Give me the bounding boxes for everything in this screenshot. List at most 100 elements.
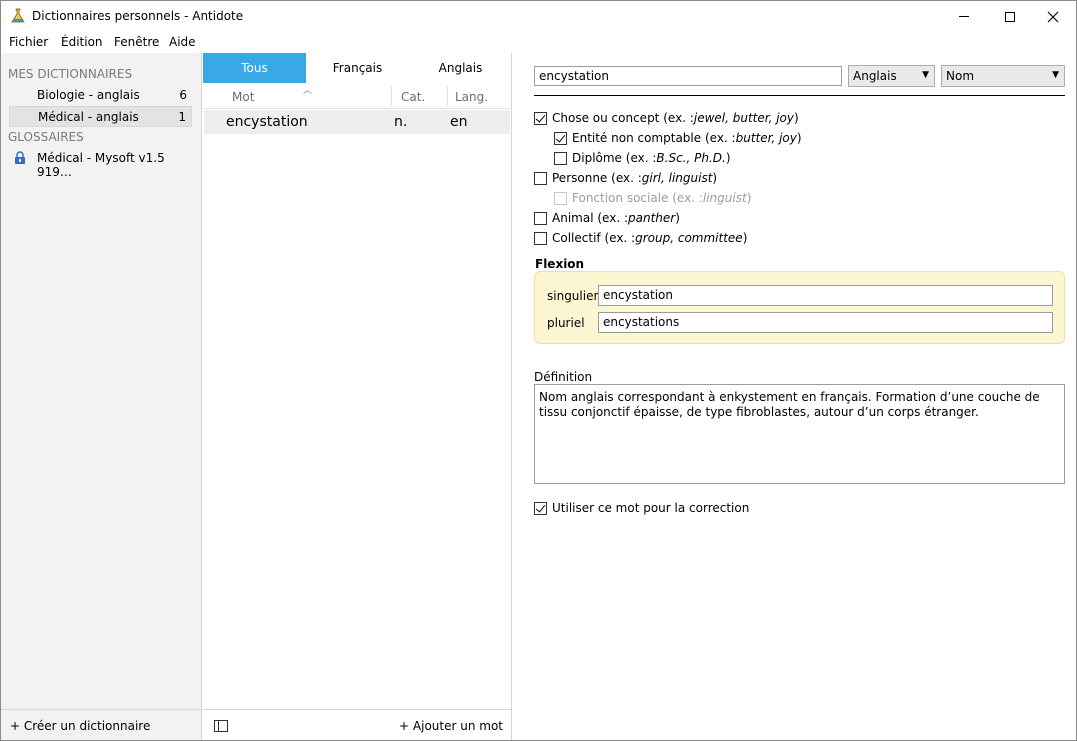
word-field[interactable]: encystation (534, 66, 842, 86)
example-prefix: (ex. : (604, 231, 636, 245)
example-suffix: ) (794, 111, 799, 125)
checkbox-collectif[interactable]: Collectif (ex. : group, committee) (534, 231, 747, 245)
language-select[interactable]: Anglais ▼ (848, 65, 935, 87)
definition-textarea[interactable]: Nom anglais correspondant à enkystement … (534, 384, 1065, 484)
dropdown-arrow-icon: ▼ (1052, 70, 1059, 80)
menu-fichier[interactable]: Fichier (9, 35, 48, 49)
sidebar-item-label: Médical - Mysoft v1.5 919… (37, 151, 165, 179)
word-list-panel: Tous Français Anglais ︿ Mot Cat. Lang. e… (203, 53, 512, 740)
checkbox-animal[interactable]: Animal (ex. : panther) (534, 211, 680, 225)
example-suffix: ) (796, 131, 802, 145)
checkbox[interactable] (534, 111, 547, 125)
sidebar-item-biologie-anglais[interactable]: Biologie - anglais 6 (9, 85, 192, 106)
checkbox[interactable] (534, 171, 547, 185)
checkbox-label: Fonction sociale (572, 191, 669, 205)
example-words: linguist (702, 191, 747, 205)
checkbox-label: Animal (552, 211, 594, 225)
checkbox-personne[interactable]: Personne (ex. : girl, linguist) (534, 171, 717, 185)
window-title: Dictionnaires personnels - Antidote (32, 9, 244, 23)
checkbox[interactable] (534, 211, 547, 225)
cell-mot: encystation (226, 114, 308, 130)
sidebar-item-count: 6 (179, 88, 187, 102)
panel-toggle-icon[interactable] (214, 720, 228, 732)
close-button[interactable] (1030, 1, 1076, 32)
column-header-lang[interactable]: Lang. (455, 90, 488, 104)
tab-tous[interactable]: Tous (203, 53, 306, 83)
minimize-icon (959, 16, 969, 17)
category-select[interactable]: Nom ▼ (941, 65, 1065, 87)
sidebar-item-medical-anglais[interactable]: Médical - anglais 1 (9, 106, 192, 127)
example-suffix: ) (742, 231, 748, 245)
word-list-footer: + Ajouter un mot (203, 709, 511, 740)
maximize-button[interactable] (987, 1, 1033, 32)
flexion-box: singulier encystation pluriel encystatio… (534, 271, 1065, 344)
checkbox-label: Personne (552, 171, 608, 185)
sidebar-item-glossaire-medical[interactable]: Médical - Mysoft v1.5 919… (9, 148, 192, 179)
tab-anglais[interactable]: Anglais (409, 53, 512, 83)
sort-ascending-icon: ︿ (303, 86, 313, 96)
checkbox-fonction-sociale: Fonction sociale (ex. : linguist) (554, 191, 751, 205)
menu-fenetre[interactable]: Fenêtre (114, 35, 159, 49)
checkbox[interactable] (554, 131, 567, 145)
example-words: B.Sc., Ph.D. (656, 151, 726, 165)
create-dictionary-button[interactable]: + Créer un dictionnaire (10, 719, 150, 733)
example-suffix: ) (725, 151, 731, 165)
example-words: butter, joy (735, 131, 797, 145)
checkbox[interactable] (534, 231, 547, 245)
close-icon (1047, 11, 1059, 22)
pluriel-label: pluriel (547, 316, 585, 330)
checkbox-entite-non-comptable[interactable]: Entité non comptable (ex. : butter, joy) (554, 131, 802, 145)
title-bar: Dictionnaires personnels - Antidote (1, 1, 1076, 32)
example-words: panther (628, 211, 676, 225)
checkbox-chose-concept[interactable]: Chose ou concept (ex. : jewel, butter, j… (534, 111, 799, 125)
checkbox-use-for-correction[interactable]: Utiliser ce mot pour la correction (534, 501, 749, 515)
minimize-button[interactable] (941, 1, 987, 32)
example-prefix: (ex. : (625, 151, 657, 165)
column-headers: ︿ Mot Cat. Lang. (203, 83, 511, 109)
menu-bar: Fichier Édition Fenêtre Aide (1, 32, 1076, 52)
example-suffix: ) (712, 171, 718, 185)
sidebar-item-count: 1 (178, 110, 186, 124)
flexion-heading: Flexion (535, 257, 585, 271)
checkbox-label: Entité non comptable (572, 131, 702, 145)
column-divider[interactable] (391, 86, 392, 106)
lock-icon (15, 151, 25, 164)
mes-dictionnaires-heading: MES DICTIONNAIRES (8, 67, 133, 81)
menu-edition[interactable]: Édition (61, 35, 103, 49)
glossaires-heading: GLOSSAIRES (8, 130, 84, 144)
checkbox (554, 191, 567, 205)
singulier-field[interactable]: encystation (598, 285, 1053, 306)
checkbox-label: Utiliser ce mot pour la correction (552, 501, 750, 515)
example-prefix: (ex. : (663, 111, 694, 125)
app-window: Dictionnaires personnels - Antidote Fich… (0, 0, 1077, 741)
menu-aide[interactable]: Aide (169, 35, 196, 49)
cell-lang: en (450, 114, 468, 130)
checkbox[interactable] (534, 501, 547, 515)
category-select-value: Nom (946, 69, 975, 83)
antidote-flask-icon (11, 8, 25, 23)
column-divider[interactable] (447, 86, 448, 106)
tab-francais[interactable]: Français (306, 53, 409, 83)
checkbox-label: Collectif (552, 231, 601, 245)
sidebar-footer: + Créer un dictionnaire (1, 709, 201, 740)
checkbox-label: Chose ou concept (552, 111, 660, 125)
example-words: jewel, butter, joy (693, 111, 794, 125)
dropdown-arrow-icon: ▼ (922, 70, 929, 80)
checkbox-diplome[interactable]: Diplôme (ex. : B.Sc., Ph.D.) (554, 151, 731, 165)
singulier-label: singulier (547, 289, 599, 303)
checkbox[interactable] (554, 151, 567, 165)
column-header-mot[interactable]: Mot (232, 90, 254, 104)
example-words: group, committee (635, 231, 743, 245)
pluriel-field[interactable]: encystations (598, 312, 1053, 333)
column-header-cat[interactable]: Cat. (401, 90, 425, 104)
sidebar-item-label: Biologie - anglais (37, 88, 140, 102)
example-words: girl, linguist (641, 171, 713, 185)
sidebar-item-label: Médical - anglais (38, 110, 139, 124)
divider (534, 95, 1065, 96)
add-word-button[interactable]: + Ajouter un mot (399, 719, 503, 733)
language-select-value: Anglais (853, 69, 897, 83)
example-suffix: ) (675, 211, 680, 225)
cell-cat: n. (394, 114, 408, 130)
table-row[interactable]: encystation n. en (204, 110, 510, 134)
word-detail-panel: encystation Anglais ▼ Nom ▼ Chose ou con… (513, 53, 1076, 740)
